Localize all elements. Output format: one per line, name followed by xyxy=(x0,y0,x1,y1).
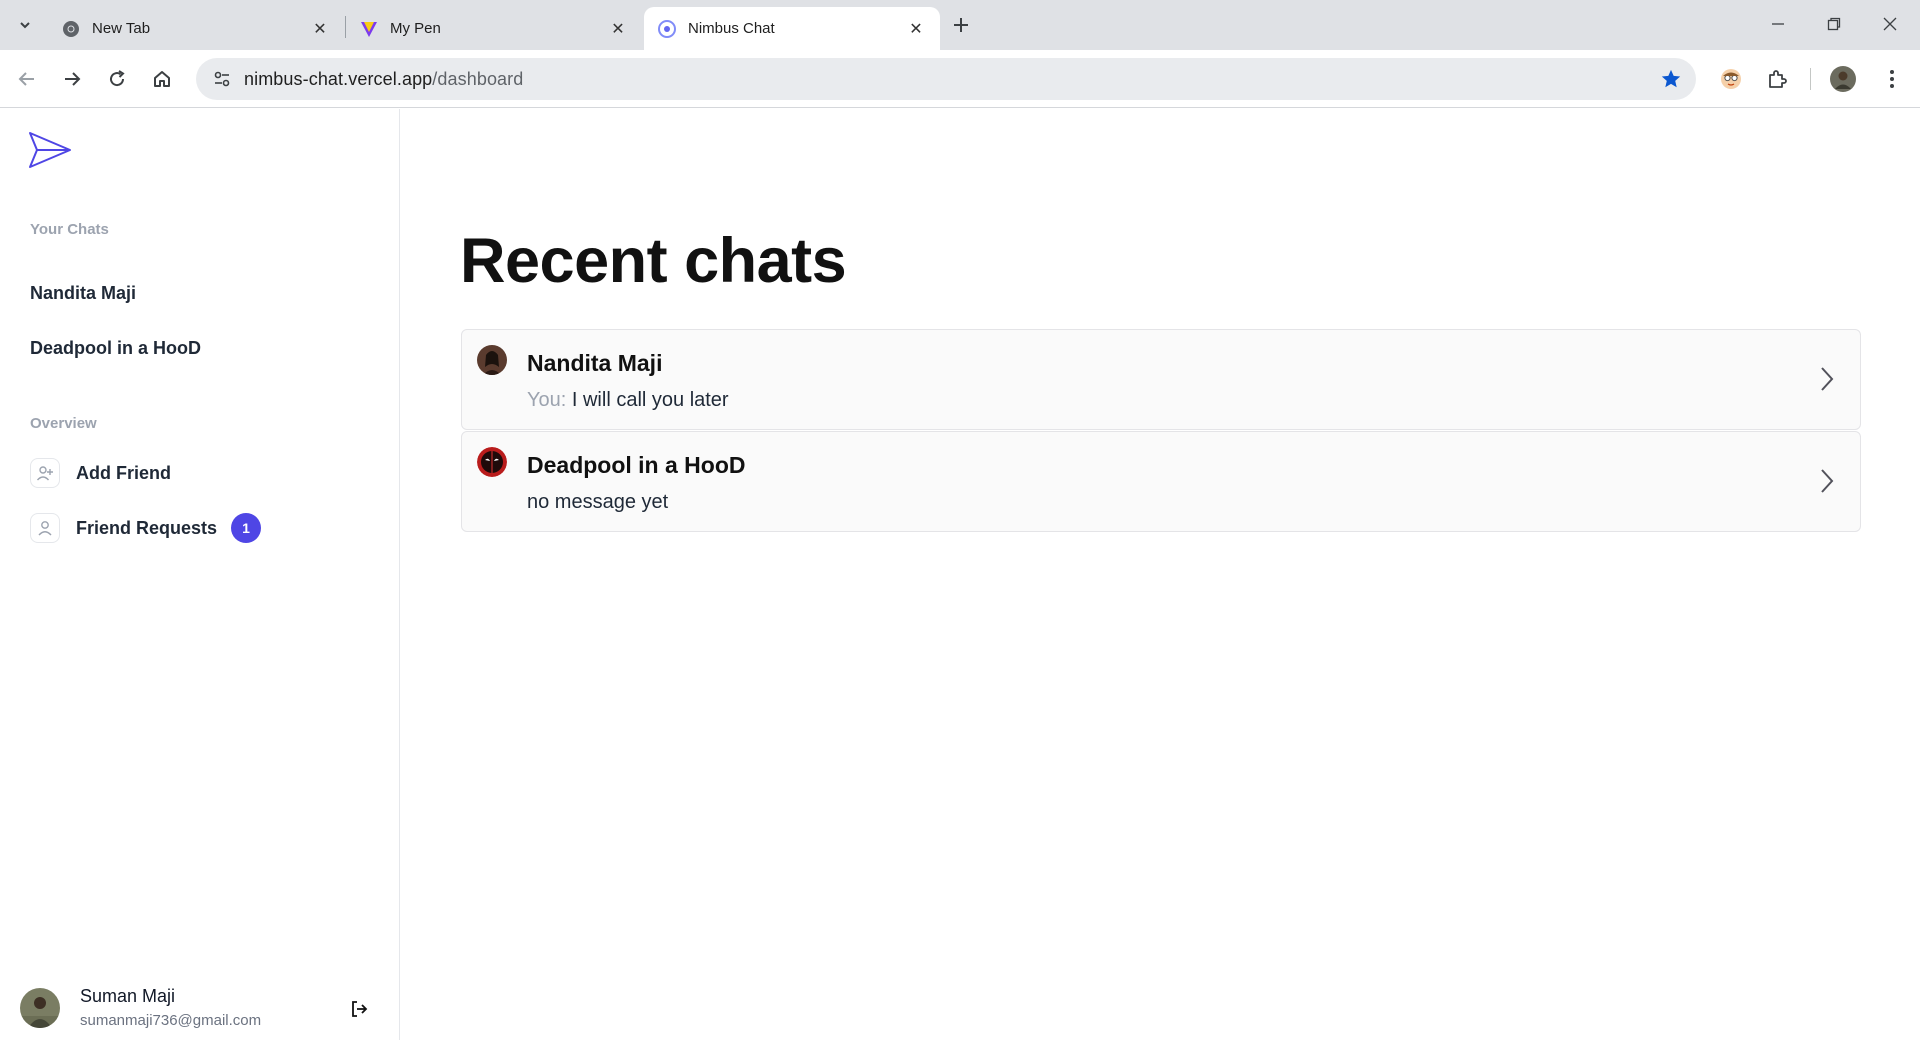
browser-toolbar: nimbus-chat.vercel.app/dashboard xyxy=(0,50,1920,108)
chevron-down-icon xyxy=(20,22,30,29)
tab-title: New Tab xyxy=(92,20,151,37)
message-text: no message yet xyxy=(527,491,669,513)
sign-out-button[interactable] xyxy=(346,996,372,1022)
profile-avatar-button[interactable] xyxy=(1828,64,1858,94)
address-bar[interactable]: nimbus-chat.vercel.app/dashboard xyxy=(196,58,1696,100)
tab-nimbus-chat[interactable]: Nimbus Chat ✕ xyxy=(644,7,940,50)
tab-my-pen[interactable]: My Pen ✕ xyxy=(346,7,642,50)
page-title: Recent chats xyxy=(460,226,847,296)
url-text: nimbus-chat.vercel.app/dashboard xyxy=(244,69,523,90)
user-profile: Suman Maji sumanmaji736@gmail.com xyxy=(20,982,380,1032)
profile-avatar-icon xyxy=(1830,66,1856,92)
browser-tabstrip: New Tab ✕ My Pen ✕ Nimbus Chat ✕ xyxy=(0,0,1920,50)
reload-icon xyxy=(110,70,125,87)
chat-card-deadpool[interactable]: Deadpool in a HooD no message yet xyxy=(461,431,1861,532)
arrow-right-icon xyxy=(65,72,81,86)
sidebar-chat-nandita-maji[interactable]: Nandita Maji xyxy=(30,283,136,304)
avatar xyxy=(477,447,507,477)
sidebar: Your Chats Nandita Maji Deadpool in a Ho… xyxy=(0,109,400,1040)
codepen-icon xyxy=(360,20,378,38)
chevron-right-icon xyxy=(1820,366,1834,397)
extensions-puzzle-icon[interactable] xyxy=(1762,64,1792,94)
tab-search-button[interactable] xyxy=(10,10,40,40)
browser-menu-button[interactable] xyxy=(1877,64,1907,94)
main-content: Recent chats Nandita Maji You: I will ca… xyxy=(401,109,1920,1040)
kebab-menu-icon xyxy=(1890,70,1894,88)
close-icon xyxy=(1883,17,1897,31)
profile-email: sumanmaji736@gmail.com xyxy=(80,1012,262,1029)
friend-requests-label: Friend Requests xyxy=(76,517,218,538)
extension-avatar-icon[interactable] xyxy=(1716,64,1746,94)
reload-button[interactable] xyxy=(102,64,132,94)
home-icon xyxy=(154,71,170,87)
close-icon[interactable]: ✕ xyxy=(608,19,628,39)
site-info-icon[interactable] xyxy=(204,69,240,89)
arrow-left-icon xyxy=(18,72,34,86)
chrome-icon xyxy=(62,20,80,38)
tab-title: My Pen xyxy=(390,20,441,37)
message-text: I will call you later xyxy=(571,389,729,411)
chat-last-message: You: I will call you later xyxy=(527,389,729,412)
chat-name: Deadpool in a HooD xyxy=(527,452,746,478)
avatar xyxy=(20,988,60,1028)
restore-button[interactable] xyxy=(1806,0,1862,48)
back-button[interactable] xyxy=(12,64,42,94)
close-icon[interactable]: ✕ xyxy=(906,19,926,39)
url-path: /dashboard xyxy=(432,68,524,89)
chevron-right-icon xyxy=(1820,468,1834,499)
forward-button[interactable] xyxy=(57,64,87,94)
friend-requests-badge: 1 xyxy=(231,513,262,543)
tab-new-tab[interactable]: New Tab ✕ xyxy=(48,7,344,50)
restore-icon xyxy=(1827,17,1841,31)
nimbus-icon xyxy=(658,19,676,38)
close-icon[interactable]: ✕ xyxy=(310,19,330,39)
your-chats-label: Your Chats xyxy=(30,221,109,238)
close-window-button[interactable] xyxy=(1862,0,1918,48)
sidebar-item-friend-requests[interactable]: Friend Requests 1 xyxy=(30,513,262,543)
bookmark-star-icon[interactable] xyxy=(1660,68,1682,95)
home-button[interactable] xyxy=(147,64,177,94)
tab-title: Nimbus Chat xyxy=(688,20,775,37)
sidebar-chat-deadpool[interactable]: Deadpool in a HooD xyxy=(30,338,201,359)
url-host: nimbus-chat.vercel.app xyxy=(244,68,433,89)
chat-name: Nandita Maji xyxy=(527,350,663,376)
toolbar-divider xyxy=(1810,68,1811,90)
log-out-icon xyxy=(352,1001,368,1017)
user-plus-icon xyxy=(30,458,60,488)
sidebar-item-add-friend[interactable]: Add Friend xyxy=(30,458,171,488)
avatar xyxy=(477,345,507,375)
chat-last-message: no message yet xyxy=(527,491,668,514)
new-tab-button[interactable] xyxy=(948,12,974,38)
message-prefix: You: xyxy=(527,389,572,411)
user-icon xyxy=(30,513,60,543)
paper-plane-icon xyxy=(29,132,71,168)
plus-icon xyxy=(954,18,968,32)
add-friend-label: Add Friend xyxy=(76,462,171,483)
minimize-icon xyxy=(1772,23,1784,25)
profile-name: Suman Maji xyxy=(80,986,176,1006)
chat-card-nandita-maji[interactable]: Nandita Maji You: I will call you later xyxy=(461,329,1861,430)
overview-label: Overview xyxy=(30,415,97,432)
minimize-button[interactable] xyxy=(1750,0,1806,48)
app-logo[interactable] xyxy=(28,131,72,174)
